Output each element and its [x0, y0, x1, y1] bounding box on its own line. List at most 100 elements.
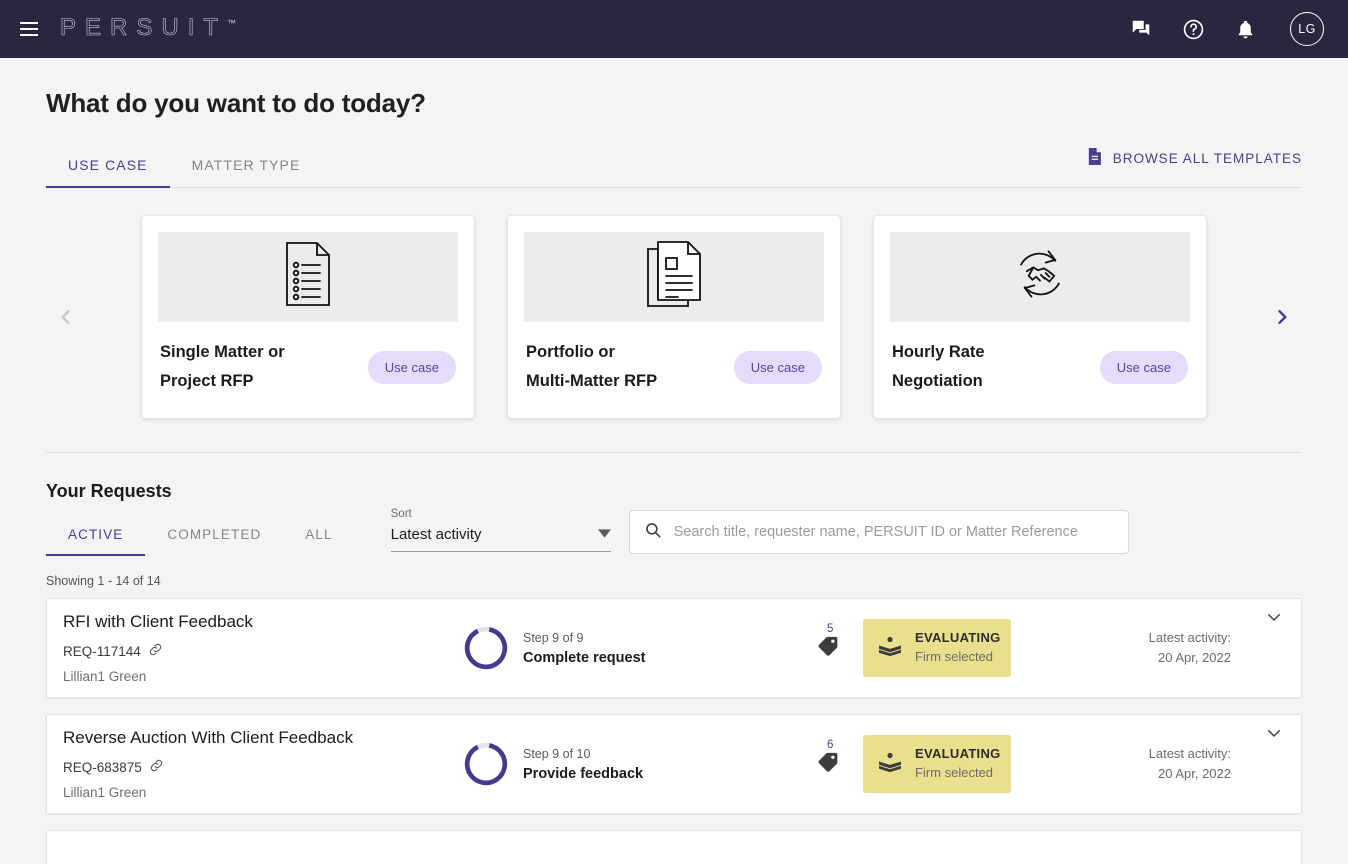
carousel-next-button[interactable] — [1262, 297, 1302, 337]
carousel-prev-button[interactable] — [46, 297, 86, 337]
request-id: REQ-683875 — [63, 759, 142, 775]
tag-icon — [817, 635, 839, 662]
card-use-case-pill[interactable]: Use case — [367, 350, 456, 384]
table-row[interactable]: Reverse Auction With Client Feedback REQ… — [46, 714, 1302, 814]
progress-ring — [464, 742, 508, 786]
tab-all[interactable]: ALL — [283, 511, 354, 556]
progress-text: Step 9 of 10 Provide feedback — [523, 747, 643, 782]
request-progress: Step 9 of 10 Provide feedback — [463, 741, 793, 787]
request-id: REQ-117144 — [63, 643, 141, 659]
status-text: EVALUATING Firm selected — [915, 629, 1001, 667]
status-badge: EVALUATING Firm selected — [863, 619, 1011, 677]
tag-indicator[interactable]: 6 — [793, 739, 863, 778]
progress-text: Step 9 of 9 Complete request — [523, 631, 645, 666]
table-row[interactable]: RFI with Client Feedback REQ-117144 Lill… — [46, 598, 1302, 698]
sort-control: Sort Latest activity — [390, 508, 611, 556]
request-title[interactable]: Reverse Auction With Client Feedback — [63, 728, 463, 748]
logo-trademark: ™ — [227, 18, 237, 28]
search-box[interactable] — [628, 510, 1129, 554]
request-requester: Lillian1 Green — [63, 669, 147, 684]
sort-select[interactable]: Latest activity — [390, 525, 611, 552]
user-avatar[interactable]: LG — [1290, 12, 1324, 46]
card-title: Single Matter or Project RFP — [160, 338, 285, 397]
row-expand-chevron-icon[interactable] — [1265, 724, 1283, 747]
card-thumbnail — [890, 231, 1190, 322]
status-text: EVALUATING Firm selected — [915, 745, 1001, 783]
card-thumbnail — [158, 231, 458, 322]
tag-count-badge: 5 — [827, 622, 834, 635]
notifications-icon[interactable] — [1232, 16, 1258, 42]
use-case-card-list: Single Matter or Project RFP Use case Po… — [86, 214, 1262, 420]
requests-tabs: ACTIVE COMPLETED ALL — [46, 511, 355, 556]
tag-icon — [817, 751, 839, 778]
chevron-down-icon — [597, 525, 611, 543]
card-thumbnail — [524, 231, 824, 322]
avatar-initials: LG — [1298, 22, 1316, 36]
request-summary: Reverse Auction With Client Feedback REQ… — [63, 728, 463, 800]
card-use-case-pill[interactable]: Use case — [1099, 350, 1188, 384]
latest-activity-date: 20 Apr, 2022 — [1157, 650, 1231, 665]
request-id-row: REQ-117144 — [63, 642, 463, 660]
tab-active[interactable]: ACTIVE — [46, 511, 146, 556]
hamburger-menu-icon[interactable] — [14, 14, 44, 44]
use-case-card[interactable]: Single Matter or Project RFP Use case — [141, 214, 475, 420]
handshake-cycle-icon — [1006, 240, 1074, 313]
request-requester: Lillian1 Green — [63, 785, 147, 800]
chat-icon[interactable] — [1128, 16, 1154, 42]
card-footer: Portfolio or Multi-Matter RFP Use case — [524, 322, 824, 411]
link-icon[interactable] — [148, 642, 163, 660]
table-row[interactable] — [46, 830, 1302, 864]
card-title-line2: Multi-Matter RFP — [526, 372, 658, 390]
latest-activity: Latest activity: 20 Apr, 2022 — [1149, 744, 1257, 784]
link-icon[interactable] — [149, 758, 164, 776]
search-input[interactable] — [673, 524, 1114, 540]
status-subtitle: Firm selected — [915, 765, 994, 780]
request-title[interactable]: RFI with Client Feedback — [63, 612, 463, 632]
your-requests-heading: Your Requests — [46, 481, 172, 501]
card-title: Hourly Rate Negotiation — [892, 338, 985, 397]
request-id-row: REQ-683875 — [63, 758, 463, 776]
logo-text: PERSUIT — [60, 14, 228, 42]
requests-list: RFI with Client Feedback REQ-117144 Lill… — [46, 598, 1302, 864]
card-title-line1: Hourly Rate — [892, 342, 985, 361]
request-progress: Step 9 of 9 Complete request — [463, 625, 793, 671]
progress-step-label: Step 9 of 9 — [523, 630, 584, 645]
use-case-tabs: USE CASE MATTER TYPE BROWSE ALL TEMPLATE… — [46, 141, 1302, 188]
progress-step-label: Step 9 of 10 — [523, 746, 591, 761]
open-book-icon — [877, 749, 903, 780]
latest-activity-date: 20 Apr, 2022 — [1157, 766, 1231, 781]
tag-count-badge: 6 — [827, 738, 834, 751]
tab-matter-type[interactable]: MATTER TYPE — [170, 141, 323, 187]
progress-step-action: Complete request — [523, 649, 646, 666]
top-navigation-bar: PERSUIT™ LG — [0, 0, 1348, 58]
persuit-logo[interactable]: PERSUIT™ — [60, 14, 236, 42]
tag-indicator[interactable]: 5 — [793, 623, 863, 662]
use-case-card[interactable]: Portfolio or Multi-Matter RFP Use case — [507, 214, 841, 420]
status-title: EVALUATING — [915, 746, 1001, 762]
card-use-case-pill[interactable]: Use case — [733, 350, 822, 384]
use-case-carousel: Single Matter or Project RFP Use case Po… — [46, 188, 1302, 428]
card-title-line1: Portfolio or — [526, 342, 615, 361]
status-subtitle: Firm selected — [915, 649, 994, 664]
tab-completed[interactable]: COMPLETED — [145, 511, 283, 556]
topbar-icon-group: LG — [1128, 12, 1324, 46]
document-checklist-icon — [284, 241, 332, 312]
card-title: Portfolio or Multi-Matter RFP — [526, 338, 657, 397]
help-icon[interactable] — [1180, 16, 1206, 42]
card-title-line1: Single Matter or — [160, 342, 285, 361]
browse-all-templates-link[interactable]: BROWSE ALL TEMPLATES — [1086, 147, 1302, 187]
open-book-icon — [877, 633, 903, 664]
results-count: Showing 1 - 14 of 14 — [46, 574, 161, 588]
status-badge: EVALUATING Firm selected — [863, 735, 1011, 793]
sort-selected-value: Latest activity — [390, 525, 482, 543]
stacked-documents-icon — [646, 240, 702, 313]
sort-label: Sort — [390, 508, 412, 520]
use-case-card[interactable]: Hourly Rate Negotiation Use case — [873, 214, 1207, 420]
tab-use-case[interactable]: USE CASE — [46, 141, 170, 188]
requests-controls: ACTIVE COMPLETED ALL Sort Latest activit… — [46, 508, 1302, 556]
document-icon — [1086, 147, 1103, 169]
request-summary: RFI with Client Feedback REQ-117144 Lill… — [63, 612, 463, 684]
row-expand-chevron-icon[interactable] — [1265, 608, 1283, 631]
progress-ring — [464, 626, 508, 670]
latest-activity-label: Latest activity: — [1148, 745, 1231, 761]
